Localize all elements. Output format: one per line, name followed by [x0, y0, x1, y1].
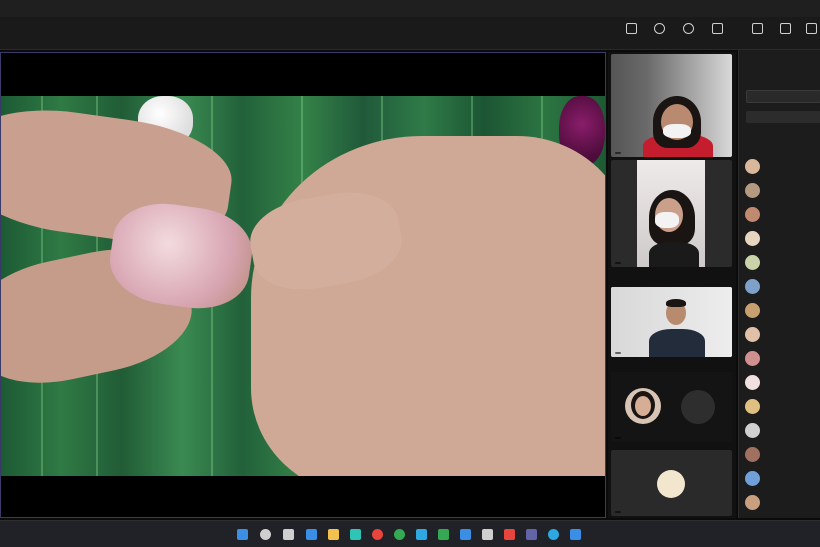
camera-icon	[625, 23, 637, 34]
participant-tiles	[608, 52, 736, 518]
avatar	[745, 302, 760, 318]
share-invite-button[interactable]	[746, 111, 820, 123]
avatar	[745, 278, 760, 294]
participant-tile[interactable]	[611, 54, 732, 157]
avatar	[745, 446, 760, 462]
participant-tile[interactable]	[611, 160, 732, 267]
avatar	[745, 494, 760, 510]
chat-icon	[653, 23, 665, 34]
participant-list-item[interactable]	[745, 469, 820, 487]
task-view-icon[interactable]	[283, 529, 294, 540]
more-icon	[711, 23, 723, 34]
search-icon[interactable]	[260, 529, 271, 540]
participant-list-item[interactable]	[745, 493, 820, 511]
reactions-icon	[682, 23, 694, 34]
right-hand	[251, 136, 605, 476]
participant-name	[615, 437, 621, 439]
reactions-button[interactable]	[673, 20, 703, 48]
participant-list-item[interactable]	[745, 301, 820, 319]
meeting-window	[0, 0, 820, 547]
avatar	[681, 390, 715, 424]
file-explorer-icon[interactable]	[328, 529, 339, 540]
avatar	[745, 398, 760, 414]
avatar	[745, 182, 760, 198]
participant-tile[interactable]	[611, 372, 732, 442]
participant-list-item[interactable]	[745, 205, 820, 223]
widgets-icon[interactable]	[306, 529, 317, 540]
avatar	[745, 206, 760, 222]
app-icon[interactable]	[394, 529, 405, 540]
app-icon[interactable]	[504, 529, 515, 540]
avatar	[625, 388, 661, 424]
avatar	[745, 230, 760, 246]
windows-start-icon[interactable]	[237, 529, 248, 540]
avatar	[745, 254, 760, 270]
share-icon	[805, 23, 817, 34]
avatar	[745, 470, 760, 486]
participant-list-item[interactable]	[745, 229, 820, 247]
participant-list-item[interactable]	[745, 349, 820, 367]
participant-tile[interactable]	[611, 450, 732, 516]
people-panel	[738, 50, 820, 518]
participant-tile[interactable]	[611, 287, 732, 357]
avatar	[745, 158, 760, 174]
shared-video-feed	[1, 96, 605, 476]
participant-list-item[interactable]	[745, 445, 820, 463]
title-bar	[0, 0, 820, 17]
avatar	[657, 470, 685, 498]
avatar	[745, 374, 760, 390]
meeting-toolbar	[0, 17, 820, 50]
more-button[interactable]	[702, 20, 732, 48]
participant-name	[615, 262, 621, 264]
avatar	[745, 326, 760, 342]
people-icon	[751, 23, 763, 34]
participant-list-item[interactable]	[745, 277, 820, 295]
avatar	[745, 350, 760, 366]
participant-list-item[interactable]	[745, 325, 820, 343]
participant-name	[615, 511, 621, 513]
chrome-icon[interactable]	[372, 529, 383, 540]
app-icon[interactable]	[482, 529, 493, 540]
app-icon[interactable]	[460, 529, 471, 540]
share-button[interactable]	[796, 20, 820, 48]
participant-list-item[interactable]	[745, 157, 820, 175]
participant-list-item[interactable]	[745, 373, 820, 391]
chat-button[interactable]	[644, 20, 674, 48]
people-search-input[interactable]	[746, 90, 820, 103]
camera-button[interactable]	[616, 20, 646, 48]
app-icon[interactable]	[570, 529, 581, 540]
participant-list-item[interactable]	[745, 397, 820, 415]
participant-list-item[interactable]	[745, 181, 820, 199]
teams-icon[interactable]	[526, 529, 537, 540]
app-icon[interactable]	[438, 529, 449, 540]
people-button[interactable]	[742, 20, 772, 48]
participant-name	[615, 152, 621, 154]
os-taskbar	[0, 520, 820, 547]
mic-icon	[779, 23, 791, 34]
edge-icon[interactable]	[350, 529, 361, 540]
main-video-stage[interactable]	[0, 52, 606, 518]
participant-name	[615, 352, 621, 354]
app-icon[interactable]	[548, 529, 559, 540]
app-icon[interactable]	[416, 529, 427, 540]
participant-list-item[interactable]	[745, 421, 820, 439]
participant-list-item[interactable]	[745, 253, 820, 271]
avatar	[745, 422, 760, 438]
